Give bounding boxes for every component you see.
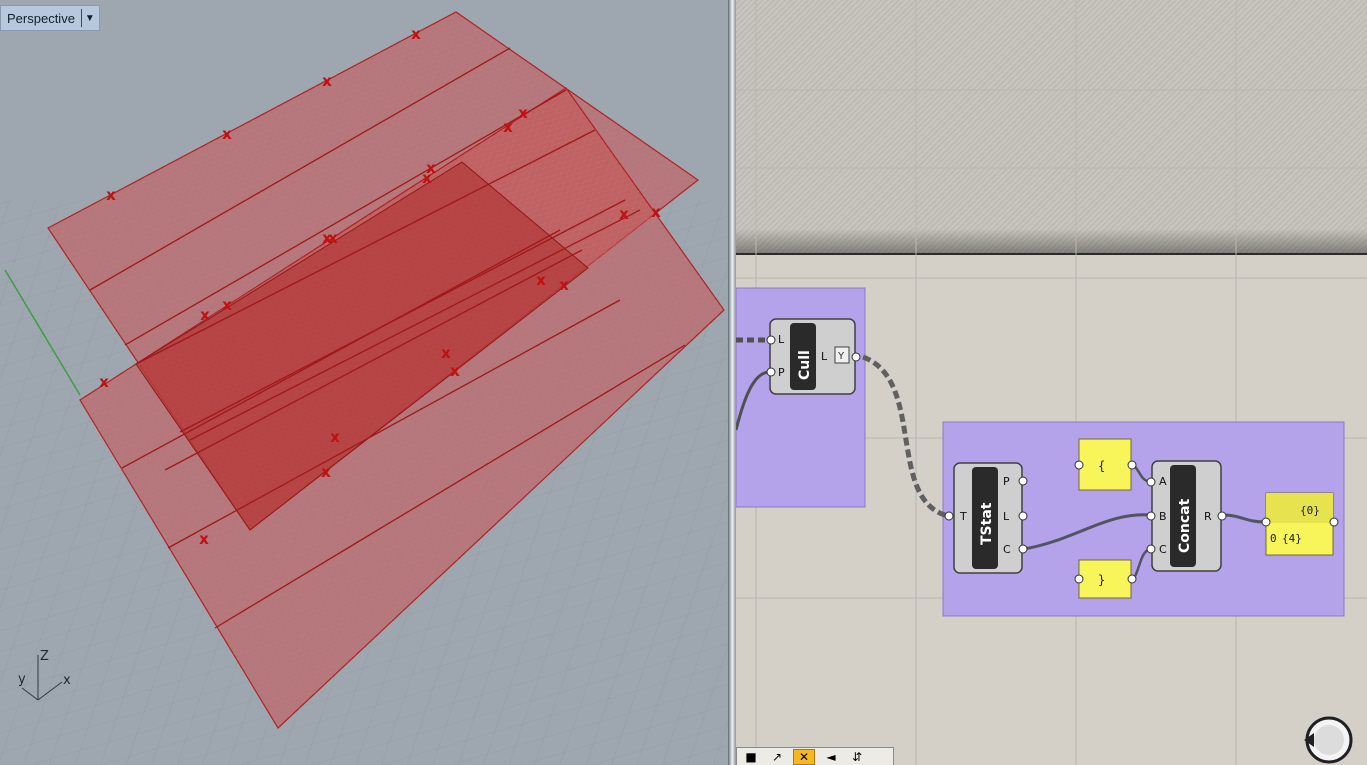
result-panel-value: {4} bbox=[1282, 532, 1302, 545]
toolbar-square-icon[interactable]: ■ bbox=[741, 750, 761, 764]
svg-text:x: x bbox=[441, 344, 451, 362]
svg-text:x: x bbox=[328, 229, 338, 247]
tstat-output-p[interactable]: P bbox=[1003, 475, 1010, 488]
concat-component[interactable]: Concat A B C R bbox=[1146, 460, 1227, 572]
tstat-component[interactable]: TStat T P L C bbox=[944, 462, 1028, 574]
canvas-navigation-compass-icon[interactable] bbox=[1304, 716, 1353, 764]
svg-text:x: x bbox=[619, 205, 629, 223]
svg-text:x: x bbox=[106, 186, 116, 204]
svg-text:Y: Y bbox=[837, 351, 845, 362]
svg-text:x: x bbox=[322, 72, 332, 90]
svg-text:x: x bbox=[99, 373, 109, 391]
svg-text:x: x bbox=[651, 203, 661, 221]
cull-output-l[interactable]: L bbox=[821, 350, 828, 363]
axis-x-label: x bbox=[63, 673, 71, 688]
tstat-title: TStat bbox=[979, 502, 995, 545]
cull-input-l[interactable]: L bbox=[778, 333, 785, 346]
concat-output-r[interactable]: R bbox=[1204, 510, 1212, 523]
panel-close-text: } bbox=[1098, 573, 1105, 587]
canvas-toolbar[interactable]: ■ ↗ ✕ ◄ ⇵ bbox=[736, 747, 894, 765]
toolbar-active-tool-icon[interactable]: ✕ bbox=[793, 748, 815, 765]
svg-text:x: x bbox=[518, 104, 528, 122]
cull-input-p[interactable]: P bbox=[778, 366, 785, 379]
svg-text:x: x bbox=[321, 463, 331, 481]
tstat-output-c[interactable]: C bbox=[1003, 543, 1011, 556]
toolbar-arrow-icon[interactable]: ◄ bbox=[821, 750, 841, 764]
svg-text:x: x bbox=[411, 25, 421, 43]
concat-title: Concat bbox=[1177, 498, 1193, 553]
concat-input-a[interactable]: A bbox=[1159, 475, 1167, 488]
svg-text:x: x bbox=[422, 169, 432, 187]
canvas-graph[interactable]: Cull L P L Y TStat T P L C {} Concat A … bbox=[736, 0, 1367, 765]
perspective-viewport[interactable]: x x x x x x x x x x x x x x x x x x x x … bbox=[0, 0, 728, 765]
tstat-output-l[interactable]: L bbox=[1003, 510, 1010, 523]
panel-splitter[interactable] bbox=[728, 0, 736, 765]
svg-text:x: x bbox=[536, 271, 546, 289]
svg-text:x: x bbox=[222, 125, 232, 143]
svg-text:x: x bbox=[222, 296, 232, 314]
axis-y-label: y bbox=[18, 672, 26, 687]
tab-separator bbox=[80, 9, 82, 27]
result-panel[interactable]: {0} 0 {4} bbox=[1261, 492, 1339, 556]
viewport-title-tab[interactable]: Perspective ▼ bbox=[0, 5, 100, 31]
panel-open-brace[interactable]: { bbox=[1074, 438, 1137, 491]
panel-close-brace[interactable]: } bbox=[1074, 559, 1137, 599]
concat-input-b[interactable]: B bbox=[1159, 510, 1167, 523]
axis-z-label: Z bbox=[40, 649, 49, 664]
svg-text:x: x bbox=[200, 306, 210, 324]
concat-input-c[interactable]: C bbox=[1159, 543, 1167, 556]
panel-open-text: { bbox=[1098, 459, 1105, 473]
svg-text:x: x bbox=[450, 362, 460, 380]
toolbar-scale-icon[interactable]: ⇵ bbox=[847, 750, 867, 764]
viewport-scene[interactable]: x x x x x x x x x x x x x x x x x x x x … bbox=[0, 0, 728, 765]
result-panel-path: {0} bbox=[1300, 504, 1320, 517]
tstat-input-t[interactable]: T bbox=[959, 510, 967, 523]
cull-title: Cull bbox=[797, 350, 813, 380]
svg-text:x: x bbox=[559, 276, 569, 294]
toolbar-wire-icon[interactable]: ↗ bbox=[767, 750, 787, 764]
viewport-menu-dropdown-icon[interactable]: ▼ bbox=[85, 13, 95, 24]
svg-text:x: x bbox=[199, 530, 209, 548]
svg-text:x: x bbox=[503, 118, 513, 136]
svg-text:x: x bbox=[330, 428, 340, 446]
wire-cull-to-tstat bbox=[862, 354, 949, 519]
grasshopper-canvas[interactable]: Cull L P L Y TStat T P L C {} Concat A … bbox=[736, 0, 1367, 765]
cull-component[interactable]: Cull L P L Y bbox=[766, 318, 861, 395]
viewport-title: Perspective bbox=[7, 10, 75, 26]
result-panel-index: 0 bbox=[1270, 532, 1277, 545]
